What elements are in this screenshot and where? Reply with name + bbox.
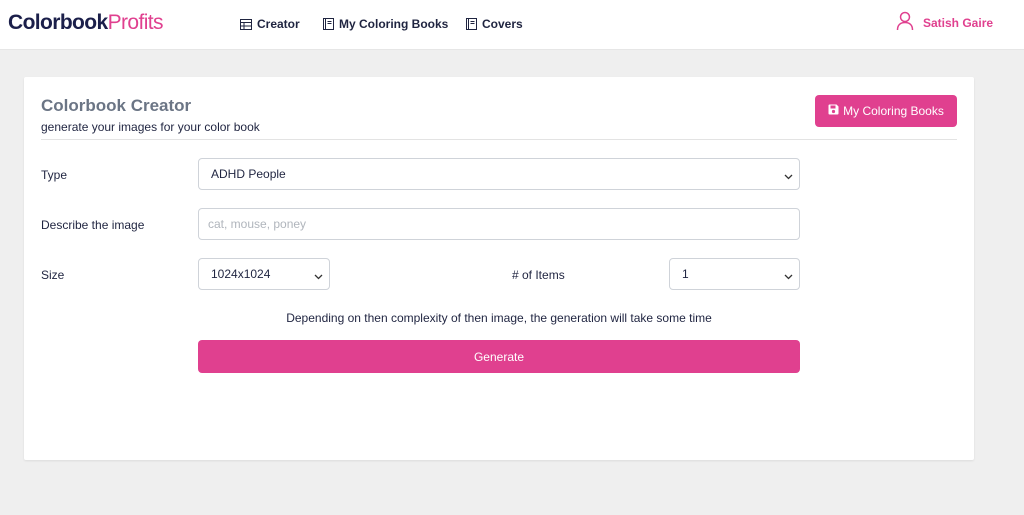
- chevron-down-icon: [784, 270, 793, 284]
- items-select[interactable]: 1: [669, 258, 800, 290]
- user-icon: [896, 11, 914, 36]
- chevron-down-icon: [314, 270, 323, 284]
- my-coloring-books-button-label: My Coloring Books: [843, 104, 944, 118]
- book-icon: [466, 18, 477, 30]
- my-coloring-books-button[interactable]: My Coloring Books: [815, 95, 957, 127]
- items-select-value: 1: [682, 267, 689, 281]
- table-icon: [240, 18, 252, 30]
- generate-button[interactable]: Generate: [198, 340, 800, 373]
- page-subtitle: generate your images for your color book: [41, 120, 260, 134]
- user-name: Satish Gaire: [923, 16, 994, 30]
- nav-item-covers[interactable]: Covers: [466, 16, 523, 32]
- brand-logo-part1: Colorbook: [8, 11, 108, 34]
- user-menu[interactable]: Satish Gaire: [896, 11, 993, 35]
- creator-card: Colorbook Creator generate your images f…: [24, 77, 974, 460]
- brand-logo-part2: Profits: [107, 11, 164, 34]
- nav-item-label: Creator: [257, 17, 300, 31]
- type-label: Type: [41, 168, 68, 182]
- describe-image-input[interactable]: cat, mouse, poney: [198, 208, 800, 240]
- book-icon: [323, 18, 334, 30]
- nav-item-my-coloring-books[interactable]: My Coloring Books: [323, 16, 448, 32]
- describe-label: Describe the image: [41, 218, 145, 232]
- generation-time-note: Depending on then complexity of then ima…: [286, 311, 712, 325]
- size-select-value: 1024x1024: [211, 267, 271, 281]
- chevron-down-icon: [784, 170, 793, 184]
- save-icon: [828, 104, 839, 118]
- items-label: # of Items: [512, 268, 565, 282]
- size-select[interactable]: 1024x1024: [198, 258, 330, 290]
- describe-image-placeholder: cat, mouse, poney: [208, 217, 307, 231]
- type-select-value: ADHD People: [211, 167, 286, 181]
- header-divider: [41, 139, 957, 140]
- size-label: Size: [41, 268, 65, 282]
- nav-item-label: My Coloring Books: [339, 17, 449, 31]
- nav-item-label: Covers: [482, 17, 523, 31]
- nav-item-creator[interactable]: Creator: [240, 16, 300, 32]
- page-title: Colorbook Creator: [41, 96, 192, 115]
- top-navbar: ColorbookProfits Creator My Coloring Boo…: [0, 0, 1024, 50]
- brand-logo[interactable]: ColorbookProfits: [8, 10, 164, 36]
- type-select[interactable]: ADHD People: [198, 158, 800, 190]
